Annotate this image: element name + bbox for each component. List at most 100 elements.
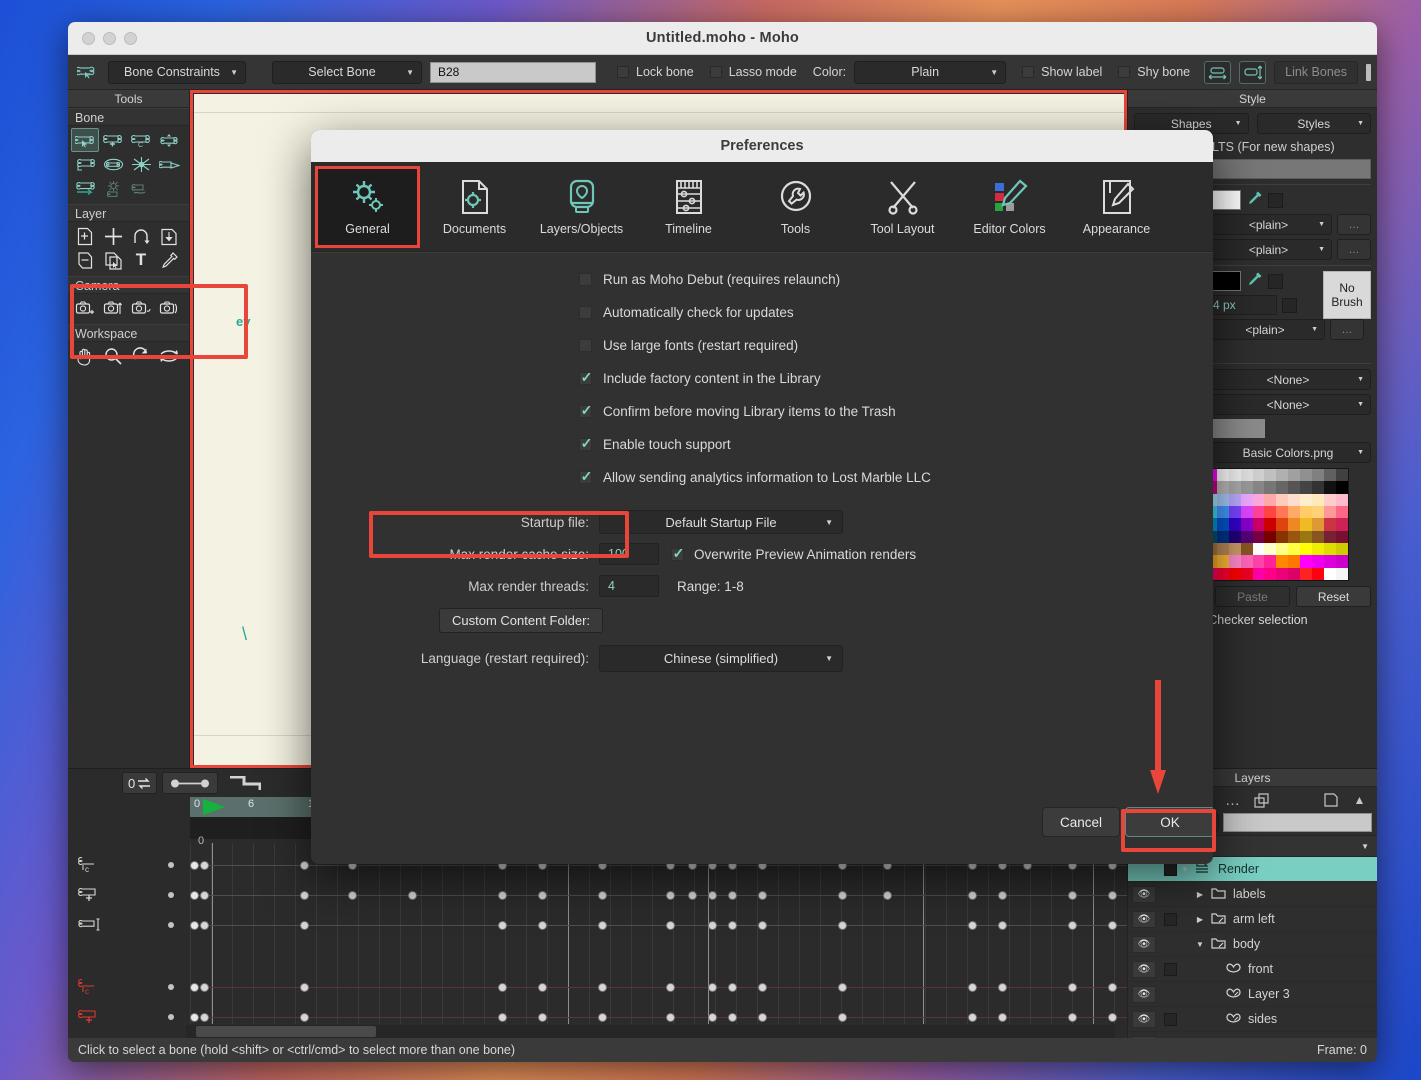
palette-swatch[interactable] bbox=[1228, 493, 1241, 506]
keyframe[interactable] bbox=[666, 983, 675, 992]
palette-swatch[interactable] bbox=[1252, 493, 1265, 506]
layer-expand-caret[interactable]: ▶ bbox=[1192, 915, 1208, 924]
keyframe[interactable] bbox=[708, 921, 717, 930]
preference-checkbox-box[interactable] bbox=[579, 369, 593, 386]
palette-swatch[interactable] bbox=[1288, 555, 1300, 568]
palette-swatch[interactable] bbox=[1300, 567, 1312, 580]
keyframe[interactable] bbox=[538, 921, 547, 930]
palette-swatch[interactable] bbox=[1323, 542, 1336, 556]
keyframe[interactable] bbox=[190, 1013, 199, 1022]
palette-swatch[interactable] bbox=[1323, 469, 1336, 482]
layer-color-square[interactable] bbox=[1164, 938, 1177, 951]
palette-swatch[interactable] bbox=[1323, 481, 1336, 494]
palette-swatch[interactable] bbox=[1288, 542, 1300, 556]
palette-swatch[interactable] bbox=[1300, 469, 1312, 482]
swatches-dropdown[interactable]: Basic Colors.png bbox=[1205, 442, 1371, 463]
palette-swatch[interactable] bbox=[1252, 567, 1265, 580]
keyframe[interactable] bbox=[1068, 921, 1077, 930]
link-bones-button[interactable]: Link Bones bbox=[1274, 60, 1358, 84]
keyframe[interactable] bbox=[598, 921, 607, 930]
palette-swatch[interactable] bbox=[1300, 505, 1312, 519]
thickness-slider[interactable] bbox=[1205, 419, 1265, 438]
fill-eyedropper-icon[interactable] bbox=[1246, 190, 1263, 210]
zoom-camera-tool[interactable] bbox=[99, 296, 127, 320]
layer-row[interactable]: 👁 sides bbox=[1128, 1007, 1377, 1032]
keyframe[interactable] bbox=[538, 1013, 547, 1022]
keyframe[interactable] bbox=[708, 983, 717, 992]
preference-checkbox-row[interactable]: Automatically check for updates bbox=[579, 296, 1213, 329]
palette-swatch[interactable] bbox=[1228, 542, 1241, 556]
palette-swatch[interactable] bbox=[1323, 518, 1336, 531]
preference-checkbox-row[interactable]: Include factory content in the Library bbox=[579, 362, 1213, 395]
palette-swatch[interactable] bbox=[1288, 530, 1300, 543]
keyframe[interactable] bbox=[408, 891, 417, 900]
keyframe[interactable] bbox=[348, 891, 357, 900]
palette-swatch[interactable] bbox=[1216, 530, 1229, 543]
preference-checkbox-box[interactable] bbox=[579, 306, 592, 319]
translate-layer-tool[interactable] bbox=[99, 224, 127, 248]
tab-appearance[interactable]: Appearance bbox=[1064, 166, 1169, 248]
timeline-channel-toggle[interactable] bbox=[168, 922, 174, 928]
preference-checkbox-box[interactable] bbox=[579, 273, 592, 286]
palette-swatch[interactable] bbox=[1335, 555, 1348, 568]
keyframe[interactable] bbox=[1068, 983, 1077, 992]
track-camera-tool[interactable] bbox=[71, 296, 99, 320]
tab-timeline[interactable]: Timeline bbox=[636, 166, 741, 248]
layer-expand-caret[interactable]: ▼ bbox=[1192, 940, 1208, 949]
preference-checkbox-box[interactable] bbox=[579, 435, 593, 452]
tab-documents[interactable]: Documents bbox=[422, 166, 527, 248]
keyframe[interactable] bbox=[598, 983, 607, 992]
palette-swatch[interactable] bbox=[1216, 567, 1229, 580]
layer-color-square[interactable] bbox=[1164, 862, 1177, 876]
add-layer-tool[interactable] bbox=[71, 224, 99, 248]
bind-layer-tool[interactable] bbox=[127, 176, 155, 200]
keyframe[interactable] bbox=[998, 891, 1007, 900]
palette-swatch[interactable] bbox=[1288, 493, 1300, 506]
layers-list[interactable]: ▼ Render 👁 ▶ labels 👁 ▶ arm left 👁 ▼ body 👁 front 👁 La… bbox=[1128, 857, 1377, 1057]
layer-color-square[interactable] bbox=[1164, 912, 1177, 926]
keyframe[interactable] bbox=[300, 1013, 309, 1022]
layer-row[interactable]: 👁 ▶ arm left bbox=[1128, 907, 1377, 932]
palette-swatch[interactable] bbox=[1300, 542, 1312, 556]
keyframe[interactable] bbox=[300, 921, 309, 930]
palette-swatch[interactable] bbox=[1311, 567, 1324, 580]
keyframe[interactable] bbox=[1108, 921, 1117, 930]
timeline-channel-toggle[interactable] bbox=[168, 862, 174, 868]
layer-settings-icon[interactable] bbox=[1318, 790, 1343, 810]
palette-swatch[interactable] bbox=[1240, 481, 1253, 494]
palette-swatch[interactable] bbox=[1228, 555, 1241, 568]
text-tool[interactable]: T bbox=[127, 248, 155, 272]
keyframe[interactable] bbox=[728, 1013, 737, 1022]
keyframe[interactable] bbox=[190, 983, 199, 992]
keyframe[interactable] bbox=[598, 891, 607, 900]
pan-tilt-camera-tool[interactable] bbox=[155, 296, 183, 320]
rotate-layer-tool[interactable] bbox=[127, 224, 155, 248]
preference-checkbox-box[interactable] bbox=[579, 468, 593, 485]
zoom-tool[interactable] bbox=[99, 344, 127, 368]
keyframe[interactable] bbox=[666, 1013, 675, 1022]
palette-swatch[interactable] bbox=[1252, 555, 1265, 568]
startup-file-dropdown[interactable]: Default Startup File bbox=[599, 510, 843, 534]
layer-expand-caret[interactable]: ▼ bbox=[1177, 865, 1193, 874]
palette-swatch[interactable] bbox=[1264, 530, 1277, 543]
palette-swatch[interactable] bbox=[1276, 505, 1289, 519]
palette-swatch[interactable] bbox=[1264, 542, 1277, 556]
keyframe[interactable] bbox=[498, 921, 507, 930]
show-label-checkbox[interactable]: Show label bbox=[1022, 65, 1102, 79]
keyframe[interactable] bbox=[708, 1013, 717, 1022]
show-label-box[interactable] bbox=[1022, 66, 1035, 78]
stroke-width-input[interactable]: 4 px bbox=[1205, 295, 1277, 315]
keyframe[interactable] bbox=[538, 983, 547, 992]
keyframe[interactable] bbox=[300, 891, 309, 900]
switch-layer-tool[interactable] bbox=[99, 248, 127, 272]
tab-editor-colors[interactable]: Editor Colors bbox=[957, 166, 1062, 248]
keyframe[interactable] bbox=[498, 1013, 507, 1022]
palette-swatch[interactable] bbox=[1288, 518, 1300, 531]
layer-row[interactable]: 👁 ▶ labels bbox=[1128, 882, 1377, 907]
keyframe[interactable] bbox=[838, 983, 847, 992]
palette-swatch[interactable] bbox=[1300, 481, 1312, 494]
palette-swatch[interactable] bbox=[1252, 505, 1265, 519]
palette-swatch[interactable] bbox=[1311, 530, 1324, 543]
shy-bone-checkbox[interactable]: Shy bone bbox=[1118, 65, 1190, 79]
keyframe[interactable] bbox=[1108, 1013, 1117, 1022]
